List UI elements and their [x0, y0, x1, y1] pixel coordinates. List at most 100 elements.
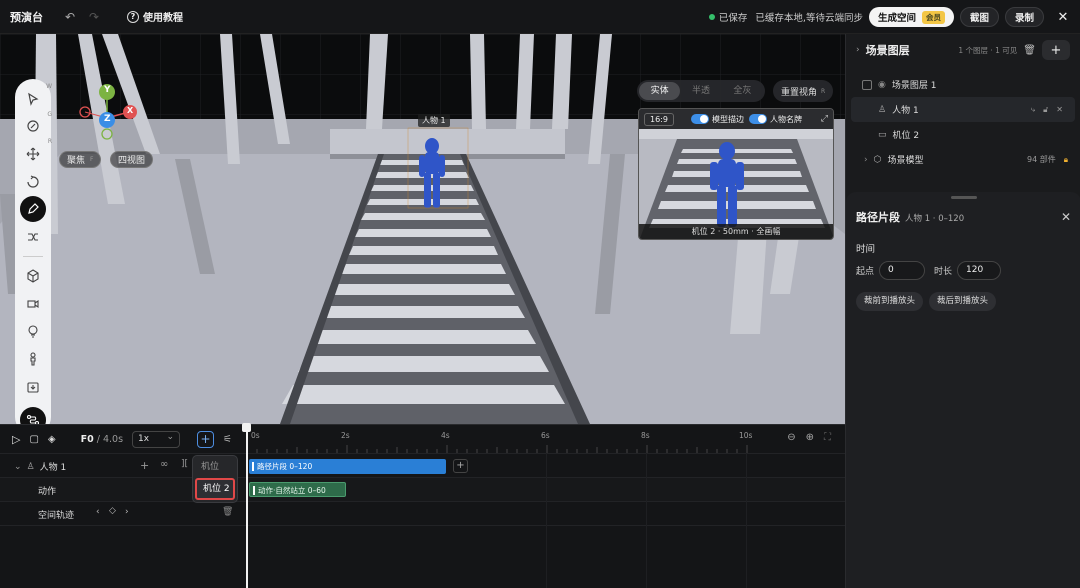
fit-icon[interactable]: ⛶ [824, 432, 831, 443]
lock-icon[interactable]: 🔓︎ [1043, 105, 1048, 115]
undo-icon[interactable]: ↶ [61, 8, 79, 26]
mode-solid[interactable]: 实体 [639, 82, 681, 100]
time-section-title: 时间 [856, 244, 876, 255]
orbit-tool[interactable]: G [20, 111, 52, 140]
focus-button[interactable]: 聚焦 F [59, 151, 102, 168]
timeline-panel: ▷ ▢ ◈ F0 / 4.0s 1x + ⚟ 0s 2s 4s 6s 8s 10… [0, 424, 845, 588]
keyframe-diamond-icon[interactable]: ◇ [109, 506, 116, 516]
close-icon[interactable]: ✕ [1054, 8, 1072, 26]
action-clip[interactable]: 动作·自然站立 0–60 [249, 482, 346, 497]
rotate-tool[interactable] [20, 169, 46, 195]
lock-icon[interactable]: 🔒︎ [1064, 155, 1068, 165]
path-icon[interactable]: ⤷ [1031, 105, 1035, 115]
play-icon[interactable]: ▷ [12, 433, 20, 446]
four-view-button[interactable]: 四视图 [110, 151, 154, 168]
add-clip-button[interactable]: + [453, 459, 468, 473]
total-duration: / 4.0s [96, 433, 124, 445]
layer-item-character[interactable]: ♙ 人物 1 ⤷ 🔓︎ ✕ [851, 97, 1075, 122]
add-track-button[interactable]: + [197, 430, 215, 448]
zoom-out-icon[interactable]: ⊖ [787, 432, 795, 443]
generate-label: 生成空间 [877, 13, 916, 24]
zoom-in-icon[interactable]: ⊕ [806, 432, 814, 443]
ruler-ticks [247, 445, 748, 453]
speed-select[interactable]: 1x [132, 430, 181, 448]
playhead[interactable] [243, 423, 250, 588]
track-row-path[interactable]: 空间轨迹 ‹ ◇ › 🗑 [0, 501, 845, 525]
layer-item-camera[interactable]: ▭ 机位 2 [846, 122, 1080, 147]
move-tool[interactable]: R [20, 138, 52, 167]
person-icon: ♙ [878, 104, 887, 115]
checkbox[interactable] [862, 79, 872, 90]
grid-line [546, 453, 547, 588]
time-ruler[interactable]: 0s 2s 4s 6s 8s 10s [247, 425, 757, 453]
add-icon[interactable]: + [140, 459, 149, 472]
path-manager-tool[interactable] [20, 407, 46, 424]
chevron-right-icon[interactable]: › [864, 155, 868, 165]
select-tool[interactable]: W [20, 83, 52, 112]
chevron-down-icon[interactable]: ⌄ [14, 462, 22, 472]
person-icon: ♙ [26, 461, 35, 472]
prev-keyframe-icon[interactable]: ‹ [96, 507, 100, 517]
trim-front-button[interactable]: 裁前到播放头 [856, 292, 924, 311]
link-icon[interactable]: ∞ [160, 459, 168, 470]
reset-view-label: 重置视角 [781, 87, 818, 98]
outline-toggle[interactable]: 模型描边 [690, 114, 744, 125]
toggle-switch[interactable] [690, 114, 709, 124]
stop-icon[interactable]: ▢ [29, 434, 38, 445]
trash-icon[interactable]: 🗑 [222, 507, 233, 517]
add-character-tool[interactable] [20, 346, 46, 372]
timeline-empty-area [0, 525, 845, 588]
toolbar-divider [23, 256, 43, 258]
import-icon [27, 381, 39, 393]
preview-footer: 机位 2 · 50mm · 全画幅 [639, 224, 833, 239]
add-light-tool[interactable] [20, 319, 46, 345]
add-layer-button[interactable]: + [1042, 40, 1070, 60]
3d-viewport[interactable]: 人物 1 Y Z X 聚焦 F 四视图 W G R 实体 半透 全灰 重置视角 … [0, 34, 845, 424]
trim-back-button[interactable]: 裁后到播放头 [929, 292, 997, 311]
toggle-switch[interactable] [748, 114, 767, 124]
tool-palette: W G R [15, 79, 52, 424]
mode-translucent[interactable]: 半透 [680, 82, 721, 100]
nameplate-toggle[interactable]: 人物名牌 [748, 114, 802, 125]
tutorial-link[interactable]: ? 使用教程 [127, 9, 183, 24]
cube-icon [27, 269, 39, 283]
link-tool[interactable] [20, 224, 46, 250]
aspect-ratio-select[interactable]: 16:9 [644, 112, 674, 126]
redo-icon[interactable]: ↷ [85, 8, 103, 26]
trash-icon[interactable]: 🗑 [1023, 45, 1036, 56]
close-icon[interactable]: ✕ [1061, 210, 1071, 224]
add-model-tool[interactable] [20, 263, 46, 289]
generate-space-button[interactable]: 生成空间 会员 [868, 7, 954, 27]
next-keyframe-icon[interactable]: › [125, 507, 129, 517]
chevron-right-icon[interactable]: › [856, 45, 860, 55]
track-row-action[interactable]: 动作 动作·自然站立 0–60 [0, 477, 845, 501]
outline-toggle-label: 模型描边 [711, 114, 744, 124]
reset-view-button[interactable]: 重置视角 R [773, 80, 834, 102]
keyframe-icon[interactable]: ◈ [48, 434, 56, 445]
character-nameplate: 人物 1 [418, 114, 450, 127]
layer-row[interactable]: ◉ 场景图层 1 [846, 72, 1080, 97]
camera-dropdown: 机位 机位 2 [192, 455, 238, 503]
track-row-character[interactable]: ⌄ ♙ 人物 1 + ∞ ][ 路径片段 0–120 + [0, 453, 845, 477]
mode-gray[interactable]: 全灰 [722, 82, 763, 100]
path-pen-tool[interactable] [20, 196, 46, 222]
record-button[interactable]: 录制 [1004, 7, 1044, 27]
expand-icon[interactable]: ⤢ [821, 114, 828, 124]
help-icon: ? [127, 10, 139, 23]
tool-key: R [47, 138, 52, 146]
layer-item-scene-model[interactable]: › ⬡ 场景模型 94 部件 🔒︎ [846, 147, 1080, 172]
import-tool[interactable] [20, 374, 46, 400]
eye-icon[interactable]: ◉ [878, 80, 886, 90]
path-clip[interactable]: 路径片段 0–120 [249, 459, 446, 474]
screenshot-button[interactable]: 截图 [959, 7, 999, 27]
tutorial-label: 使用教程 [143, 13, 183, 24]
remove-icon[interactable]: ✕ [1056, 105, 1063, 114]
render-mode-switch[interactable]: 实体 半透 全灰 [637, 80, 765, 102]
camera-preview[interactable]: 16:9 模型描边 人物名牌 ⤢ 机位 2 · 50mm · 全画幅 [638, 108, 834, 240]
duration-input[interactable]: 120 [957, 261, 1002, 280]
bracket-icon[interactable]: ][ [181, 459, 188, 469]
add-camera-tool[interactable] [20, 291, 46, 317]
dropdown-item-camera-2[interactable]: 机位 2 [195, 478, 235, 500]
start-input[interactable]: 0 [879, 261, 926, 280]
tracks-settings-icon[interactable]: ⚟ [223, 434, 232, 445]
